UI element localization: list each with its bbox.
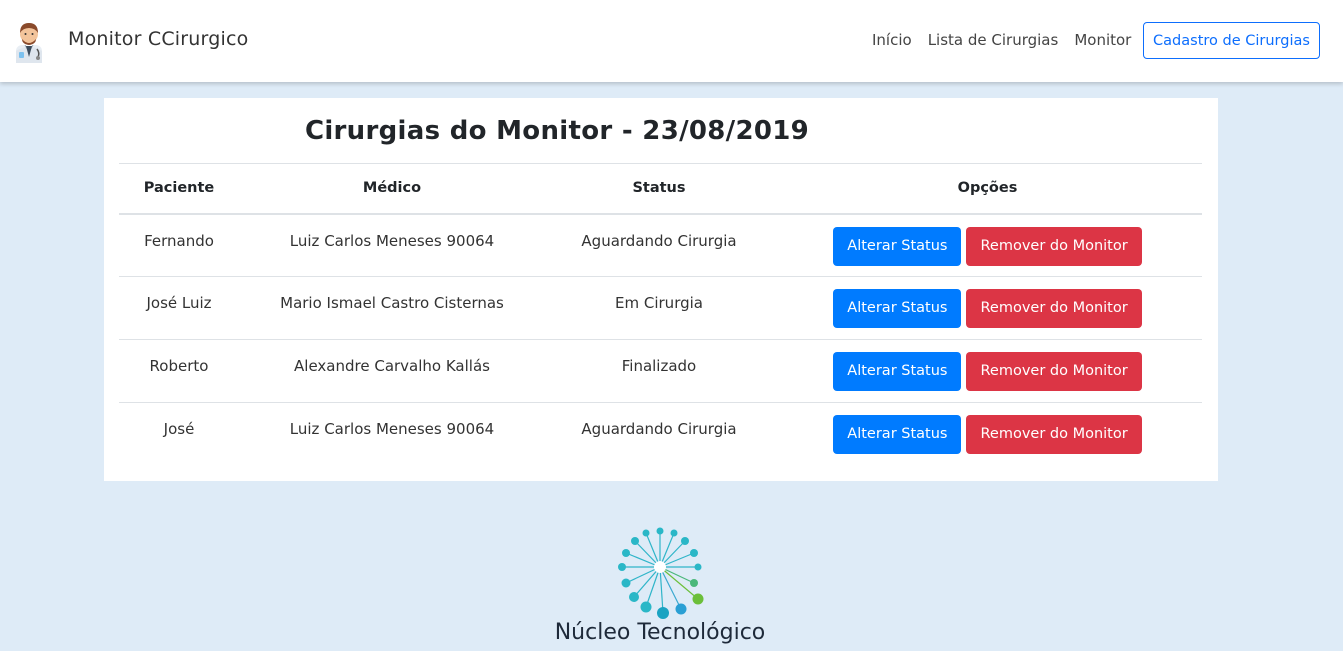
table-header-row: Paciente Médico Status Opções (119, 163, 1202, 215)
column-header-paciente: Paciente (119, 163, 239, 215)
table-row: José Luiz Mario Ismael Castro Cisternas … (119, 276, 1202, 340)
nav-link-lista-cirurgias[interactable]: Lista de Cirurgias (928, 31, 1059, 49)
cell-medico: Luiz Carlos Meneses 90064 (289, 231, 495, 250)
nucleo-logo-icon (618, 527, 704, 619)
alterar-status-button[interactable]: Alterar Status (833, 415, 962, 454)
cell-status: Finalizado (545, 339, 773, 403)
cell-status: Aguardando Cirurgia (545, 402, 773, 466)
cell-paciente: José Luiz (119, 276, 239, 340)
cell-opcoes: Alterar Status Remover do Monitor (773, 276, 1202, 340)
cell-opcoes: Alterar Status Remover do Monitor (773, 339, 1202, 403)
brand-title[interactable]: Monitor CCirurgico (68, 28, 248, 50)
cell-opcoes: Alterar Status Remover do Monitor (773, 402, 1202, 466)
table-row: Roberto Alexandre Carvalho Kallás Finali… (119, 339, 1202, 403)
cell-status: Em Cirurgia (545, 276, 773, 340)
table-row: José Luiz Carlos Meneses 90064 Aguardand… (119, 402, 1202, 466)
cadastro-cirurgias-button[interactable]: Cadastro de Cirurgias (1143, 22, 1320, 59)
cell-status: Aguardando Cirurgia (581, 231, 737, 250)
nav-link-inicio[interactable]: Início (872, 31, 912, 49)
nav-link-monitor[interactable]: Monitor (1074, 31, 1131, 49)
alterar-status-button[interactable]: Alterar Status (833, 226, 962, 266)
doctor-avatar-icon[interactable] (10, 19, 48, 63)
remover-monitor-button[interactable]: Remover do Monitor (966, 226, 1142, 266)
page-title: Cirurgias do Monitor - 23/08/2019 (304, 116, 810, 146)
column-header-opcoes: Opções (773, 163, 1202, 215)
remover-monitor-button[interactable]: Remover do Monitor (966, 352, 1142, 391)
column-header-medico: Médico (239, 163, 545, 215)
nav-links: Início Lista de Cirurgias Monitor (872, 31, 1131, 49)
cell-paciente: Roberto (119, 339, 239, 403)
cell-paciente: José (119, 402, 239, 466)
cell-opcoes: Alterar Status Remover do Monitor (773, 214, 1202, 277)
cell-medico: Luiz Carlos Meneses 90064 (239, 402, 545, 466)
remover-monitor-button[interactable]: Remover do Monitor (966, 415, 1142, 454)
footer-brand-text: Núcleo Tecnológico (554, 620, 766, 645)
alterar-status-button[interactable]: Alterar Status (833, 352, 962, 391)
navbar: Monitor CCirurgico Início Lista de Cirur… (0, 0, 1343, 82)
cell-medico: Mario Ismael Castro Cisternas (239, 276, 545, 340)
remover-monitor-button[interactable]: Remover do Monitor (966, 289, 1142, 328)
cell-medico: Alexandre Carvalho Kallás (239, 339, 545, 403)
alterar-status-button[interactable]: Alterar Status (833, 289, 962, 328)
table-row: Fernando Luiz Carlos Meneses 90064 Aguar… (119, 214, 1202, 277)
surgery-table: Paciente Médico Status Opções Fernando L… (119, 163, 1202, 466)
column-header-status: Status (545, 163, 773, 215)
cell-paciente: Fernando (144, 231, 214, 250)
